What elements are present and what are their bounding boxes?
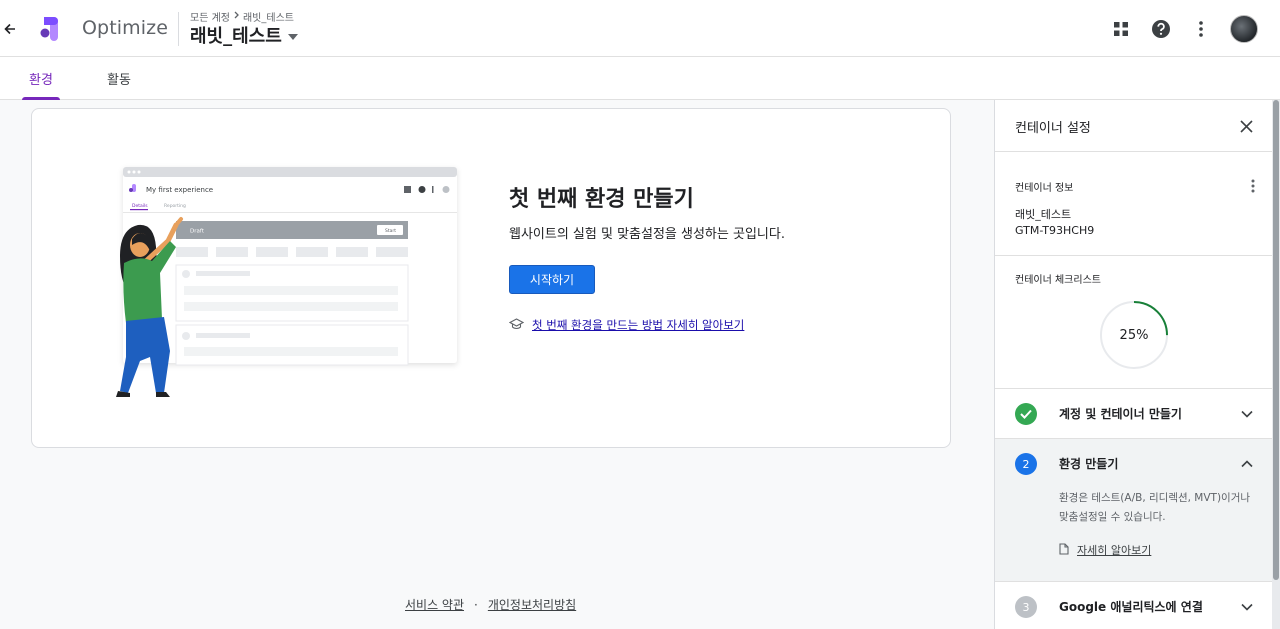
account-selector[interactable]: 래빗_테스트 <box>190 22 298 48</box>
apps-grid-icon[interactable] <box>1110 13 1132 45</box>
step-title: Google 애널리틱스에 연결 <box>1059 600 1203 614</box>
tab-environments[interactable]: 환경 <box>22 57 60 100</box>
container-checklist-section: 컨테이너 체크리스트 25% <box>995 256 1272 389</box>
container-info-label: 컨테이너 정보 <box>1015 183 1074 194</box>
illus-start-label: Start <box>385 228 396 234</box>
panel-scrollbar-thumb[interactable] <box>1273 100 1279 580</box>
panel-header: 컨테이너 설정 <box>995 100 1272 152</box>
container-settings-panel: 컨테이너 설정 컨테이너 정보 래빗_테스트 GTM-T93HCH9 컨테이너 … <box>994 100 1272 629</box>
illus-tab-reporting: Reporting <box>164 203 186 209</box>
breadcrumb-chevron-icon <box>233 11 240 22</box>
step-learn-more-row: 자세히 알아보기 <box>1059 542 1151 558</box>
checklist-progress-text: 25% <box>1119 327 1149 343</box>
privacy-link[interactable]: 개인정보처리방침 <box>488 596 576 613</box>
container-info-section: 컨테이너 정보 래빗_테스트 GTM-T93HCH9 <box>995 152 1272 256</box>
back-arrow-icon[interactable] <box>0 16 20 42</box>
graduation-cap-icon <box>508 317 525 333</box>
illus-window-title: My first experience <box>146 186 213 194</box>
step-header[interactable]: 계정 및 컨테이너 만들기 <box>995 389 1272 439</box>
checklist-step-create-account[interactable]: 계정 및 컨테이너 만들기 <box>995 389 1272 439</box>
optimize-logo-icon[interactable] <box>38 16 66 42</box>
illustration-first-experience: My first experience Details Reporting Dr… <box>116 167 457 397</box>
user-avatar[interactable] <box>1230 15 1258 43</box>
close-icon[interactable] <box>1235 115 1257 137</box>
check-circle-icon <box>1015 403 1037 425</box>
more-vert-icon[interactable] <box>1247 176 1259 196</box>
chevron-down-icon[interactable] <box>1237 597 1257 617</box>
document-icon <box>1059 542 1069 558</box>
footer: 서비스 약관 · 개인정보처리방침 <box>405 596 576 613</box>
chevron-up-icon[interactable] <box>1237 454 1257 474</box>
footer-separator: · <box>474 597 478 612</box>
step-number-badge: 2 <box>1015 453 1037 475</box>
learn-more-row: 첫 번째 환경을 만드는 방법 자세히 알아보기 <box>508 317 744 333</box>
chevron-down-icon[interactable] <box>1237 404 1257 424</box>
more-vert-icon[interactable] <box>1190 13 1212 45</box>
tab-activity[interactable]: 활동 <box>100 57 138 100</box>
header-divider <box>178 12 179 46</box>
step-header[interactable]: 3 Google 애널리틱스에 연결 <box>995 582 1272 629</box>
panel-title: 컨테이너 설정 <box>1015 121 1091 136</box>
top-app-bar: Optimize 모든 계정 래빗_테스트 래빗_테스트 <box>0 0 1280 57</box>
step-title: 계정 및 컨테이너 만들기 <box>1059 407 1182 421</box>
learn-more-link[interactable]: 첫 번째 환경을 만드는 방법 자세히 알아보기 <box>532 317 744 333</box>
step-description: 환경은 테스트(A/B, 리디렉션, MVT)이거나 맞춤설정일 수 있습니다. <box>1059 492 1251 523</box>
step-header[interactable]: 2 환경 만들기 <box>995 439 1272 489</box>
step-learn-more-link[interactable]: 자세히 알아보기 <box>1077 542 1151 558</box>
empty-state-card: My first experience Details Reporting Dr… <box>31 108 951 448</box>
step-title: 환경 만들기 <box>1059 457 1119 471</box>
empty-state-subtitle: 웹사이트의 실험 및 맞춤설정을 생성하는 곳입니다. <box>509 227 785 242</box>
app-name: Optimize <box>82 17 168 39</box>
help-icon[interactable] <box>1150 13 1172 45</box>
dropdown-caret-icon <box>287 32 298 43</box>
tab-bar: 환경 활동 <box>0 57 1280 100</box>
checklist-label: 컨테이너 체크리스트 <box>1015 275 1101 286</box>
illus-draft-label: Draft <box>190 229 205 235</box>
step-number-badge: 3 <box>1015 596 1037 618</box>
illus-tab-details: Details <box>132 203 148 209</box>
container-name: 래빗_테스트 <box>1015 208 1072 221</box>
checklist-step-create-experience[interactable]: 2 환경 만들기 환경은 테스트(A/B, 리디렉션, MVT)이거나 맞춤설정… <box>995 439 1272 582</box>
container-id: GTM-T93HCH9 <box>1015 224 1095 237</box>
account-title: 래빗_테스트 <box>190 26 282 47</box>
get-started-button[interactable]: 시작하기 <box>509 265 595 294</box>
terms-link[interactable]: 서비스 약관 <box>405 596 464 613</box>
checklist-step-link-analytics[interactable]: 3 Google 애널리틱스에 연결 <box>995 582 1272 629</box>
empty-state-title: 첫 번째 환경 만들기 <box>509 187 694 212</box>
top-actions <box>1110 13 1258 45</box>
